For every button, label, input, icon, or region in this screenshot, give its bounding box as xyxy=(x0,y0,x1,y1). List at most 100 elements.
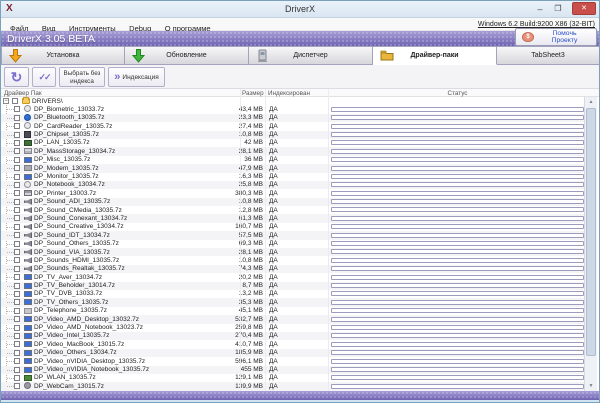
table-row[interactable]: DP_WLAN_13035.7z 129,1 МВ ДА xyxy=(1,374,586,382)
row-checkbox[interactable] xyxy=(14,199,20,205)
row-checkbox[interactable] xyxy=(14,308,20,314)
row-indexed: ДА xyxy=(269,148,278,155)
minimize-button[interactable]: – xyxy=(533,4,547,14)
tree-guide xyxy=(7,294,14,295)
row-checkbox[interactable] xyxy=(14,257,20,263)
row-checkbox[interactable] xyxy=(14,274,20,280)
indexing-button[interactable]: »Индексация xyxy=(108,67,165,87)
scroll-up-icon[interactable]: ▲ xyxy=(585,99,597,105)
select-all-button[interactable]: ✓✓ xyxy=(32,67,56,87)
collapse-icon[interactable]: − xyxy=(3,98,9,104)
row-checkbox[interactable] xyxy=(14,291,20,297)
row-checkbox[interactable] xyxy=(14,182,20,188)
row-checkbox[interactable] xyxy=(14,207,20,213)
sound-icon xyxy=(24,215,32,221)
row-checkbox[interactable] xyxy=(14,123,20,129)
tab-manager[interactable]: Диспетчер xyxy=(249,46,373,65)
row-checkbox[interactable] xyxy=(14,241,20,247)
row-checkbox[interactable] xyxy=(14,350,20,356)
table-row[interactable]: DP_Biometric_13033.7z 43,4 МВ ДА xyxy=(1,105,586,113)
table-row[interactable]: DP_Video_nVIDIA_Desktop_13035.7z 596,1 М… xyxy=(1,357,586,365)
table-row[interactable]: DP_Video_MacBook_13015.7z 410,7 МВ ДА xyxy=(1,340,586,348)
row-checkbox[interactable] xyxy=(14,174,20,180)
select-without-index-button[interactable]: Выбрать без индекса xyxy=(59,67,105,87)
row-checkbox[interactable] xyxy=(14,190,20,196)
row-checkbox[interactable] xyxy=(14,333,20,339)
tab-driver-packs[interactable]: Драйвер-паки xyxy=(373,46,497,65)
table-row[interactable]: DP_Monitor_13035.7z 16,3 МВ ДА xyxy=(1,173,586,181)
scroll-down-icon[interactable]: ▼ xyxy=(585,383,597,389)
table-row[interactable]: DP_TV_Aver_13034.7z 20,2 МВ ДА xyxy=(1,273,586,281)
row-checkbox[interactable] xyxy=(14,283,20,289)
table-row[interactable]: DP_Chipset_13035.7z 10,8 МВ ДА xyxy=(1,131,586,139)
table-row[interactable]: DP_Sound_CMedia_13035.7z 12,8 МВ ДА xyxy=(1,206,586,214)
row-checkbox[interactable] xyxy=(14,115,20,121)
table-row[interactable]: DP_Bluetooth_13035.7z 23,3 МВ ДА xyxy=(1,114,586,122)
row-checkbox[interactable] xyxy=(14,232,20,238)
row-checkbox[interactable] xyxy=(12,98,18,104)
refresh-button[interactable]: ↻ xyxy=(4,67,29,87)
row-indexed: ДА xyxy=(269,383,278,390)
table-row[interactable]: DP_Video_AMD_Desktop_13032.7z 532,7 МВ Д… xyxy=(1,315,586,323)
row-checkbox[interactable] xyxy=(14,341,20,347)
row-checkbox[interactable] xyxy=(14,140,20,146)
table-row[interactable]: DP_Video_nVIDIA_Notebook_13035.7z 455 МВ… xyxy=(1,366,586,374)
screen-icon xyxy=(24,174,32,180)
table-row[interactable]: DP_Sound_Others_13035.7z 69,3 МВ ДА xyxy=(1,240,586,248)
row-checkbox[interactable] xyxy=(14,165,20,171)
double-check-icon: ✓✓ xyxy=(38,72,49,82)
scrollbar-thumb[interactable] xyxy=(586,108,596,356)
maximize-button[interactable]: ❐ xyxy=(551,4,565,13)
table-row[interactable]: DP_Sounds_Realtak_13035.7z 74,3 МВ ДА xyxy=(1,265,586,273)
table-row[interactable]: DP_Video_AMD_Notebook_13023.7z 259,8 МВ … xyxy=(1,324,586,332)
table-row[interactable]: DP_LAN_13035.7z 42 МВ ДА xyxy=(1,139,586,147)
table-row[interactable]: DP_WebCam_13015.7z 139,9 МВ ДА xyxy=(1,382,586,390)
tab-install[interactable]: Установка xyxy=(1,46,125,65)
row-checkbox[interactable] xyxy=(14,367,20,373)
table-row[interactable]: DP_MassStorage_13034.7z 28,1 МВ ДА xyxy=(1,147,586,155)
table-row[interactable]: DP_Sound_Conexant_13034.7z 61,3 МВ ДА xyxy=(1,214,586,222)
table-row[interactable]: DP_TV_Beholder_13014.7z 8,7 МВ ДА xyxy=(1,282,586,290)
row-checkbox[interactable] xyxy=(14,358,20,364)
table-row[interactable]: DP_TV_DVB_13033.7z 13,2 МВ ДА xyxy=(1,290,586,298)
table-row[interactable]: DP_Modem_13035.7z 47,9 МВ ДА xyxy=(1,164,586,172)
tab-update[interactable]: Обновление xyxy=(125,46,249,65)
title-bar[interactable]: X DriverX – ❐ ✕ xyxy=(1,1,599,18)
table-row-root[interactable]: − DRIVERS\ xyxy=(1,97,586,105)
table-row[interactable]: DP_Sound_VIA_13035.7z 28,1 МВ ДА xyxy=(1,248,586,256)
row-indexed: ДА xyxy=(269,374,278,381)
row-checkbox[interactable] xyxy=(14,148,20,154)
vertical-scrollbar[interactable]: ▲ ▼ xyxy=(584,97,597,391)
column-driver-pack[interactable]: Драйвер Пак xyxy=(4,90,42,97)
table-row[interactable]: DP_Sound_Creative_13034.7z 160,7 МВ ДА xyxy=(1,223,586,231)
close-button[interactable]: ✕ xyxy=(572,2,596,15)
table-row[interactable]: DP_TV_Others_13035.7z 35,3 МВ ДА xyxy=(1,298,586,306)
row-checkbox[interactable] xyxy=(14,383,20,389)
table-row[interactable]: DP_Printer_13003.7z 380,3 МВ ДА xyxy=(1,189,586,197)
row-checkbox[interactable] xyxy=(14,224,20,230)
table-row[interactable]: DP_Misc_13035.7z 36 МВ ДА xyxy=(1,156,586,164)
table-row[interactable]: DP_CardReader_13035.7z 27,4 МВ ДА xyxy=(1,122,586,130)
table-row[interactable]: DP_Video_Others_13034.7z 185,9 МВ ДА xyxy=(1,349,586,357)
table-row[interactable]: DP_Sound_ADI_13035.7z 10,8 МВ ДА xyxy=(1,198,586,206)
row-checkbox[interactable] xyxy=(14,325,20,331)
column-status[interactable]: Статус xyxy=(331,90,584,97)
row-checkbox[interactable] xyxy=(14,106,20,112)
table-row[interactable]: DP_Sound_IDT_13034.7z 57,5 МВ ДА xyxy=(1,231,586,239)
row-checkbox[interactable] xyxy=(14,157,20,163)
table-row[interactable]: DP_Telephone_13035.7z 45,1 МВ ДА xyxy=(1,307,586,315)
donate-button[interactable]: $ ПомочьПроекту xyxy=(515,28,597,46)
column-size[interactable]: Размер xyxy=(242,90,264,97)
row-checkbox[interactable] xyxy=(14,249,20,255)
table-row[interactable]: DP_Notebook_13034.7z 25,8 МВ ДА xyxy=(1,181,586,189)
table-row[interactable]: DP_Sounds_HDMI_13035.7z 10,8 МВ ДА xyxy=(1,256,586,264)
row-checkbox[interactable] xyxy=(14,215,20,221)
row-checkbox[interactable] xyxy=(14,132,20,138)
tab-tabsheet3[interactable]: TabSheet3 xyxy=(497,46,600,65)
column-indexed[interactable]: Индексирован xyxy=(268,90,310,97)
row-checkbox[interactable] xyxy=(14,299,20,305)
table-row[interactable]: DP_Video_Intel_13035.7z 270,4 МВ ДА xyxy=(1,332,586,340)
row-checkbox[interactable] xyxy=(14,316,20,322)
row-checkbox[interactable] xyxy=(14,266,20,272)
row-checkbox[interactable] xyxy=(14,375,20,381)
